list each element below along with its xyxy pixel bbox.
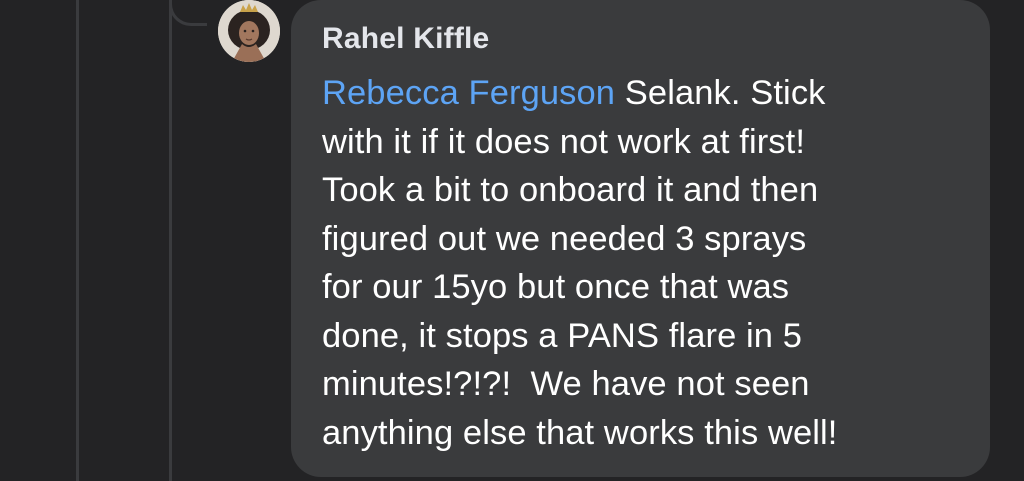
- comment-bubble: Rahel Kiffle Rebecca Ferguson Selank. St…: [291, 0, 990, 477]
- comment-text: Selank. Stick with it if it does not wor…: [322, 74, 838, 452]
- avatar[interactable]: [218, 0, 280, 62]
- comment-body: Rebecca Ferguson Selank. Stick with it i…: [322, 69, 966, 457]
- comment-author-name[interactable]: Rahel Kiffle: [322, 21, 966, 57]
- mention-link[interactable]: Rebecca Ferguson: [322, 74, 615, 112]
- reply-connector-curve: [169, 0, 207, 26]
- thread-line-outer: [76, 0, 79, 481]
- avatar-portrait-icon: [218, 0, 280, 62]
- thread-line-inner: [169, 0, 172, 481]
